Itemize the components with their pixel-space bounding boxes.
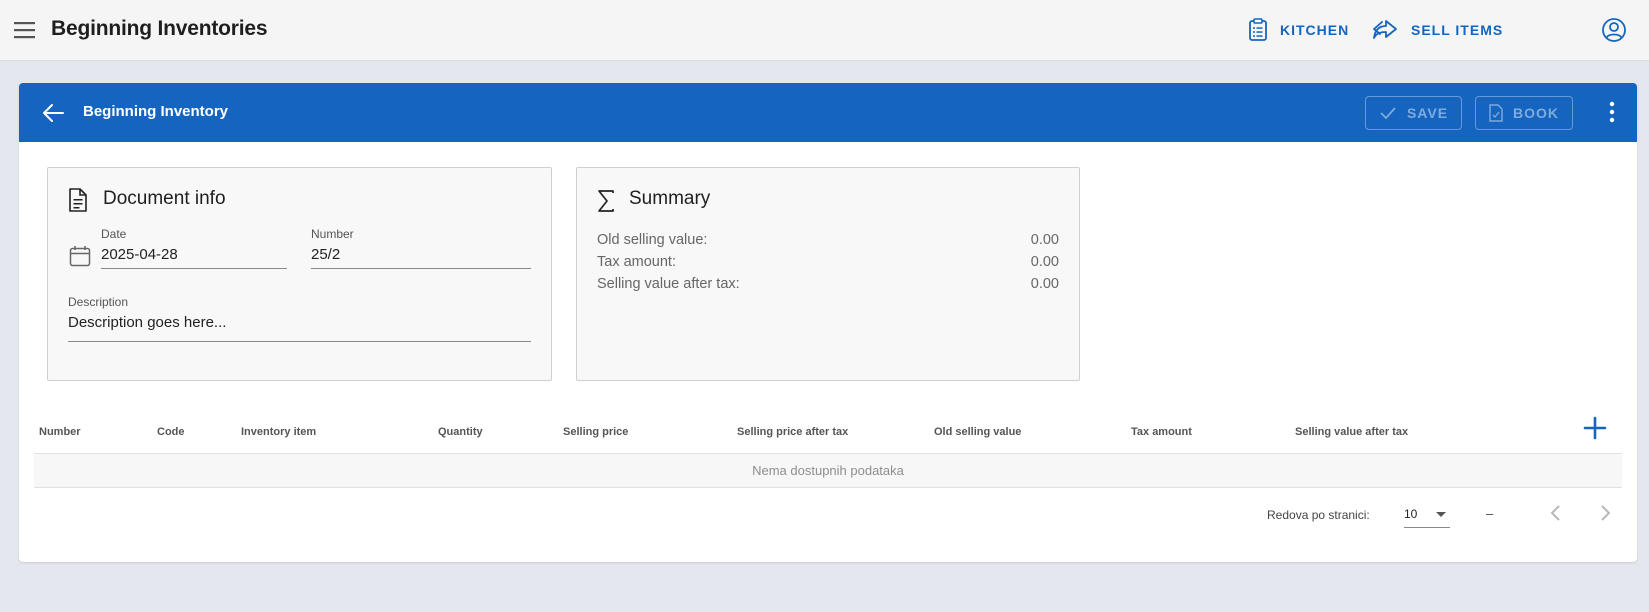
column-header-number[interactable]: Number	[39, 426, 81, 438]
column-header-code[interactable]: Code	[157, 426, 185, 438]
table-empty-row: Nema dostupnih podataka	[34, 454, 1622, 487]
plus-icon[interactable]	[1582, 415, 1608, 441]
date-underline	[101, 268, 287, 269]
book-label: BOOK	[1513, 105, 1559, 121]
chevron-left-icon[interactable]	[1545, 502, 1567, 524]
sell-items-label: SELL ITEMS	[1411, 22, 1504, 38]
summary-value: 0.00	[1030, 232, 1059, 248]
number-label: Number	[311, 227, 354, 241]
column-header-quantity[interactable]: Quantity	[438, 426, 483, 438]
pagination-range: –	[1486, 506, 1494, 521]
inventory-card: Beginning Inventory SAVE BOOK Document i…	[19, 83, 1637, 562]
summary-label: Old selling value:	[597, 232, 708, 248]
dots-vertical-icon[interactable]	[1600, 100, 1624, 124]
arrow-left-icon[interactable]	[41, 101, 65, 125]
card-title: Beginning Inventory	[83, 103, 229, 120]
clipboard-list-icon	[1249, 18, 1267, 41]
column-header-old-selling-value[interactable]: Old selling value	[934, 426, 1021, 438]
summary-title: Summary	[629, 188, 711, 209]
share-arrow-icon	[1373, 20, 1397, 39]
summary-row-selling-value-after-tax: Selling value after tax: 0.00	[597, 276, 1059, 292]
page-title: Beginning Inventories	[51, 17, 268, 40]
empty-message: Nema dostupnih podataka	[752, 463, 904, 478]
column-header-selling-price-after-tax[interactable]: Selling price after tax	[737, 426, 848, 438]
document-info-title: Document info	[103, 188, 226, 209]
top-app-bar: Beginning Inventories KITCHEN SELL ITEMS	[0, 0, 1649, 61]
description-underline	[68, 341, 531, 342]
document-check-icon	[1489, 104, 1503, 122]
summary-row-tax-amount: Tax amount: 0.00	[597, 254, 1059, 270]
save-button[interactable]: SAVE	[1365, 96, 1462, 130]
column-header-selling-value-after-tax[interactable]: Selling value after tax	[1295, 426, 1408, 438]
document-info-panel: Document info Date 2025-04-28 Number 25/…	[47, 167, 552, 381]
rows-per-page-value: 10	[1404, 507, 1418, 521]
rows-per-page-select[interactable]: 10	[1404, 501, 1450, 528]
caret-down-icon	[1436, 512, 1446, 517]
document-icon	[69, 188, 87, 212]
date-field[interactable]: 2025-04-28	[101, 246, 178, 263]
summary-label: Tax amount:	[597, 254, 676, 270]
book-button[interactable]: BOOK	[1475, 96, 1573, 130]
column-header-inventory-item[interactable]: Inventory item	[241, 426, 316, 438]
date-label: Date	[101, 227, 127, 241]
summary-label: Selling value after tax:	[597, 276, 740, 292]
sell-items-button[interactable]: SELL ITEMS	[1371, 16, 1503, 44]
check-icon	[1380, 107, 1396, 120]
menu-icon[interactable]	[13, 18, 37, 42]
summary-panel: Summary Old selling value: 0.00 Tax amou…	[576, 167, 1080, 381]
description-label: Description	[68, 295, 129, 309]
rows-per-page-label: Redova po stranici:	[1267, 508, 1370, 522]
chevron-right-icon[interactable]	[1594, 502, 1616, 524]
account-circle-icon[interactable]	[1601, 17, 1627, 43]
number-underline	[311, 268, 531, 269]
kitchen-button[interactable]: KITCHEN	[1248, 16, 1349, 44]
description-field[interactable]: Description goes here...	[68, 314, 226, 331]
row-divider	[34, 487, 1622, 488]
summary-row-old-selling-value: Old selling value: 0.00	[597, 232, 1059, 248]
kitchen-label: KITCHEN	[1280, 22, 1350, 38]
column-header-selling-price[interactable]: Selling price	[563, 426, 628, 438]
card-header: Beginning Inventory SAVE BOOK	[19, 83, 1637, 142]
column-header-tax-amount[interactable]: Tax amount	[1131, 426, 1192, 438]
calendar-icon[interactable]	[69, 245, 91, 267]
number-field[interactable]: 25/2	[311, 246, 340, 263]
summary-value: 0.00	[1030, 254, 1059, 270]
save-label: SAVE	[1406, 105, 1449, 121]
summary-value: 0.00	[1030, 276, 1059, 292]
sigma-icon	[598, 190, 614, 212]
